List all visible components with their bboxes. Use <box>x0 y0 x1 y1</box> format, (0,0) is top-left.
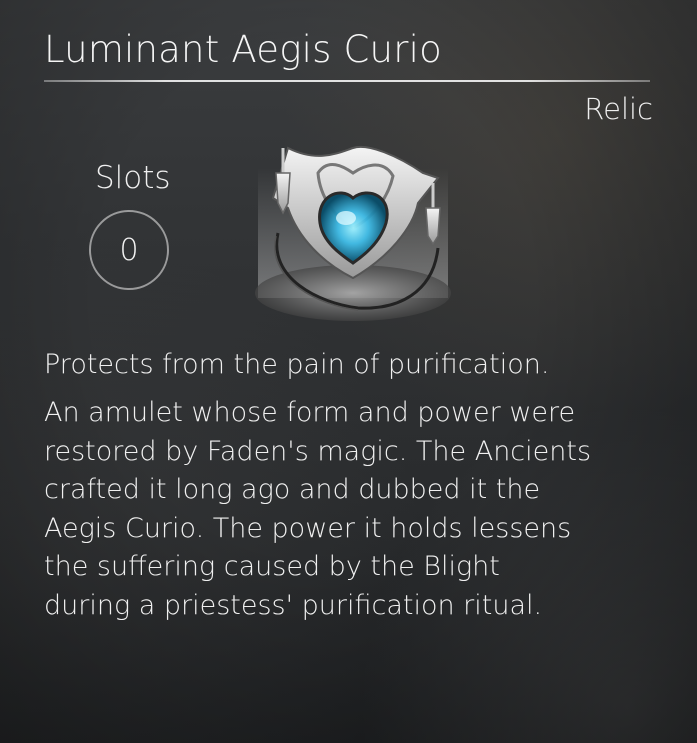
item-name: Luminant Aegis Curio <box>44 28 442 71</box>
amulet-icon <box>255 145 451 321</box>
lore-line: crafted it long ago and dubbed it the <box>44 474 541 505</box>
item-detail-panel: Luminant Aegis Curio Relic Slots 0 Prote… <box>0 0 697 743</box>
item-category: Relic <box>584 92 653 126</box>
item-lore: An amulet whose form and power were rest… <box>44 394 644 625</box>
lore-line: during a priestess' purification ritual. <box>44 589 543 621</box>
slots-count: 0 <box>119 232 139 268</box>
lore-line: the suffering caused by the Blight <box>44 551 500 582</box>
lore-line: Aegis Curio. The power it holds lessens <box>44 512 572 544</box>
lore-line: restored by Faden's magic. The Ancients <box>44 435 592 467</box>
item-effect: Protects from the pain of purification. <box>44 349 550 380</box>
lore-line: An amulet whose form and power were <box>44 397 576 428</box>
slots-label: Slots <box>95 160 171 196</box>
title-divider <box>44 80 650 82</box>
slots-count-badge: 0 <box>89 210 169 290</box>
